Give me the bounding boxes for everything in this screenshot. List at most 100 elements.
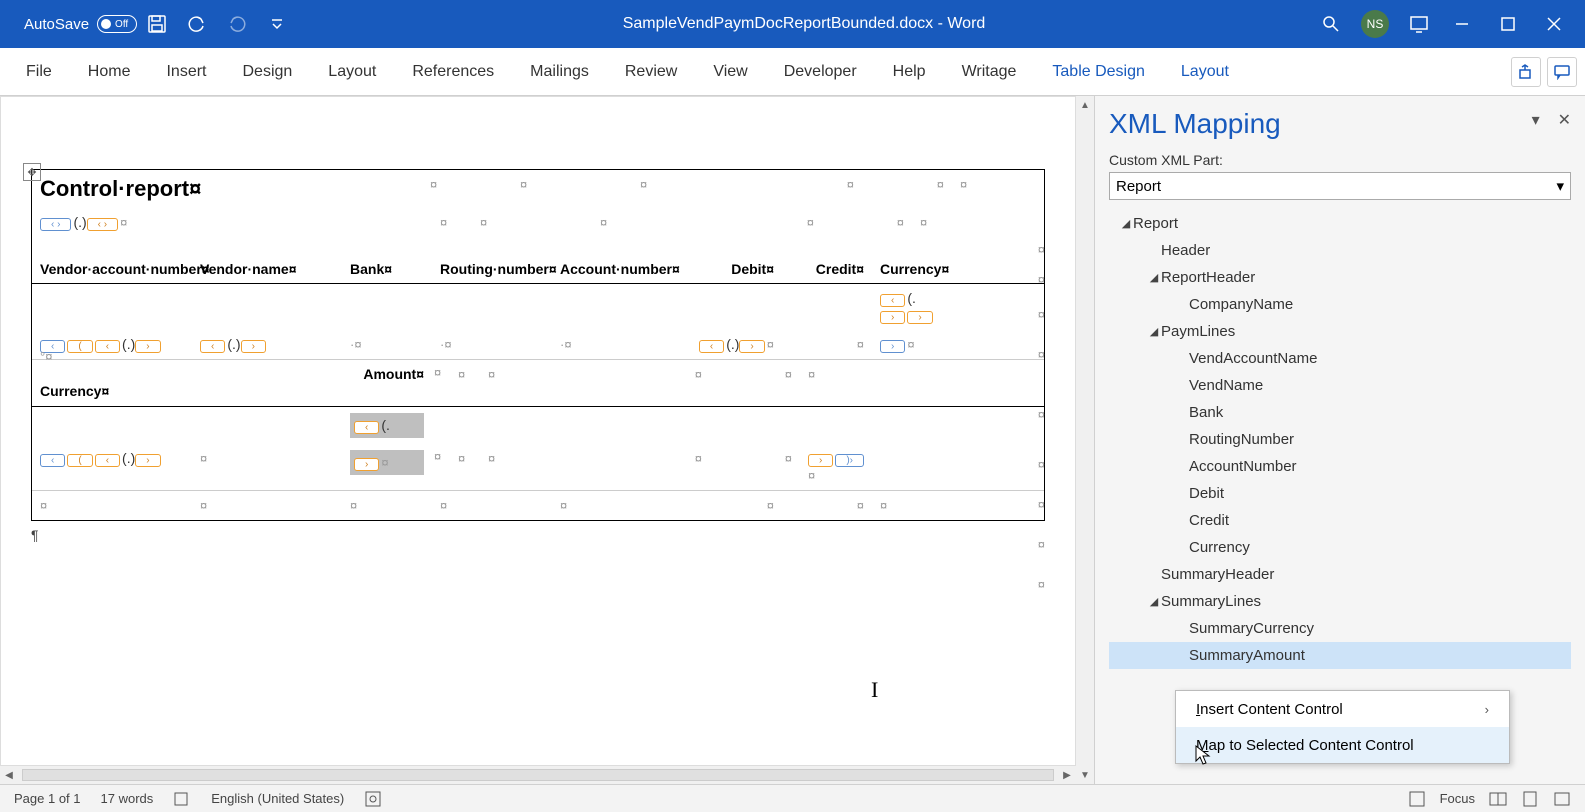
tab-design[interactable]: Design [224, 48, 310, 96]
comments-icon[interactable] [1547, 57, 1577, 87]
selected-cell[interactable]: ‹(. [350, 413, 424, 438]
tab-help[interactable]: Help [875, 48, 944, 96]
content-control[interactable]: › [907, 311, 932, 324]
tab-table-design[interactable]: Table Design [1034, 48, 1163, 96]
paragraph-mark: ¶ [31, 527, 1045, 543]
tab-review[interactable]: Review [607, 48, 695, 96]
tab-home[interactable]: Home [70, 48, 149, 96]
maximize-button[interactable] [1485, 4, 1531, 44]
status-page[interactable]: Page 1 of 1 [14, 791, 81, 806]
content-control[interactable]: ‹ [95, 340, 120, 353]
content-control[interactable]: › [135, 340, 160, 353]
chevron-down-icon: ▾ [1556, 177, 1564, 195]
content-control[interactable]: ‹ [880, 294, 905, 307]
autosave-label: AutoSave [24, 16, 89, 33]
menu-insert-content-control[interactable]: IInsert Content Controlnsert Content Con… [1176, 691, 1509, 727]
tab-developer[interactable]: Developer [766, 48, 875, 96]
spellcheck-icon[interactable] [173, 790, 191, 808]
tab-references[interactable]: References [394, 48, 512, 96]
status-focus[interactable]: Focus [1440, 791, 1475, 806]
document-area[interactable]: ✥ Control·report¤ ¤ ¤ ¤ ¤ ¤ ¤ ‹ ›(.)‹ ›¤ [0, 96, 1094, 784]
tree-node-accountnumber[interactable]: AccountNumber [1109, 453, 1571, 480]
tree-node-credit[interactable]: Credit [1109, 507, 1571, 534]
vertical-scrollbar[interactable]: ▲ ▼ [1076, 96, 1094, 784]
qat-dropdown[interactable] [257, 4, 297, 44]
content-control[interactable]: › [880, 340, 905, 353]
content-control[interactable]: ( [67, 454, 92, 467]
ribbon-display-options[interactable] [1399, 4, 1439, 44]
content-control[interactable]: )› [835, 454, 864, 467]
document-page[interactable]: ✥ Control·report¤ ¤ ¤ ¤ ¤ ¤ ¤ ‹ ›(.)‹ ›¤ [0, 96, 1076, 766]
web-layout-icon[interactable] [1553, 790, 1571, 808]
ribbon: File Home Insert Design Layout Reference… [0, 48, 1585, 96]
content-control[interactable]: › [135, 454, 160, 467]
document-table[interactable]: Control·report¤ ¤ ¤ ¤ ¤ ¤ ¤ ‹ ›(.)‹ ›¤ ¤… [31, 169, 1045, 521]
scroll-up-icon[interactable]: ▲ [1076, 96, 1094, 114]
content-control[interactable]: ‹ › [87, 218, 118, 231]
macro-icon[interactable] [364, 790, 382, 808]
save-button[interactable] [137, 4, 177, 44]
close-button[interactable] [1531, 4, 1577, 44]
content-control[interactable]: ‹ › [40, 218, 71, 231]
tab-layout[interactable]: Layout [310, 48, 394, 96]
undo-button[interactable] [177, 4, 217, 44]
tab-writage[interactable]: Writage [944, 48, 1035, 96]
menu-map-to-selected[interactable]: Map to Selected Content Control [1176, 727, 1509, 763]
minimize-button[interactable] [1439, 4, 1485, 44]
content-control[interactable]: › [880, 311, 905, 324]
read-mode-icon[interactable] [1489, 790, 1507, 808]
search-button[interactable] [1311, 4, 1351, 44]
horizontal-scrollbar[interactable]: ◀ ▶ [0, 766, 1076, 784]
autosave-toggle[interactable]: Off [97, 15, 137, 33]
tab-insert[interactable]: Insert [148, 48, 224, 96]
content-control[interactable]: ( [67, 340, 92, 353]
tree-node-currency[interactable]: Currency [1109, 534, 1571, 561]
tree-node-header[interactable]: Header [1109, 237, 1571, 264]
xml-part-select[interactable]: Report ▾ [1109, 172, 1571, 200]
content-control[interactable]: › [808, 454, 833, 467]
tree-node-summaryamount[interactable]: SummaryAmount [1109, 642, 1571, 669]
tree-node-debit[interactable]: Debit [1109, 480, 1571, 507]
scroll-thumb[interactable] [22, 769, 1054, 781]
scroll-right-icon[interactable]: ▶ [1058, 766, 1076, 784]
tree-node-summarycurrency[interactable]: SummaryCurrency [1109, 615, 1571, 642]
tab-view[interactable]: View [695, 48, 765, 96]
tab-mailings[interactable]: Mailings [512, 48, 607, 96]
user-avatar[interactable]: NS [1361, 10, 1389, 38]
tree-node-reportheader[interactable]: ◢ReportHeader [1109, 264, 1571, 291]
scroll-left-icon[interactable]: ◀ [0, 766, 18, 784]
selected-cell[interactable]: ›¤ [350, 450, 424, 475]
select-value: Report [1116, 178, 1161, 195]
tree-node-vendname[interactable]: VendName [1109, 372, 1571, 399]
status-words[interactable]: 17 words [101, 791, 154, 806]
tree-node-summarylines[interactable]: ◢SummaryLines [1109, 588, 1571, 615]
tree-node-paymlines[interactable]: ◢PaymLines [1109, 318, 1571, 345]
focus-mode-icon[interactable] [1408, 790, 1426, 808]
tree-node-routingnumber[interactable]: RoutingNumber [1109, 426, 1571, 453]
content-control[interactable]: › [354, 458, 379, 471]
content-control[interactable]: › [241, 340, 266, 353]
content-control[interactable]: ‹ [95, 454, 120, 467]
tree-node-summaryheader[interactable]: SummaryHeader [1109, 561, 1571, 588]
content-control[interactable]: ‹ [40, 454, 65, 467]
col-vendor-name: Vendor·name¤ [192, 255, 342, 283]
status-language[interactable]: English (United States) [211, 791, 344, 806]
tree-node-vendaccountname[interactable]: VendAccountName [1109, 345, 1571, 372]
panel-close-icon[interactable]: ✕ [1558, 110, 1571, 130]
status-bar: Page 1 of 1 17 words English (United Sta… [0, 784, 1585, 812]
content-control[interactable]: ‹ [354, 421, 379, 434]
print-layout-icon[interactable] [1521, 790, 1539, 808]
scroll-down-icon[interactable]: ▼ [1076, 766, 1094, 784]
tree-node-companyname[interactable]: CompanyName [1109, 291, 1571, 318]
tab-file[interactable]: File [8, 48, 70, 96]
report-title: Control·report¤ [32, 170, 422, 208]
content-control[interactable]: ‹ [200, 340, 225, 353]
redo-button[interactable] [217, 4, 257, 44]
content-control[interactable]: › [739, 340, 764, 353]
tree-node-bank[interactable]: Bank [1109, 399, 1571, 426]
content-control[interactable]: ‹ [699, 340, 724, 353]
tab-table-layout[interactable]: Layout [1163, 48, 1247, 96]
panel-options-icon[interactable]: ▾ [1532, 110, 1540, 130]
tree-node-report[interactable]: ◢Report [1109, 210, 1571, 237]
share-icon[interactable] [1511, 57, 1541, 87]
